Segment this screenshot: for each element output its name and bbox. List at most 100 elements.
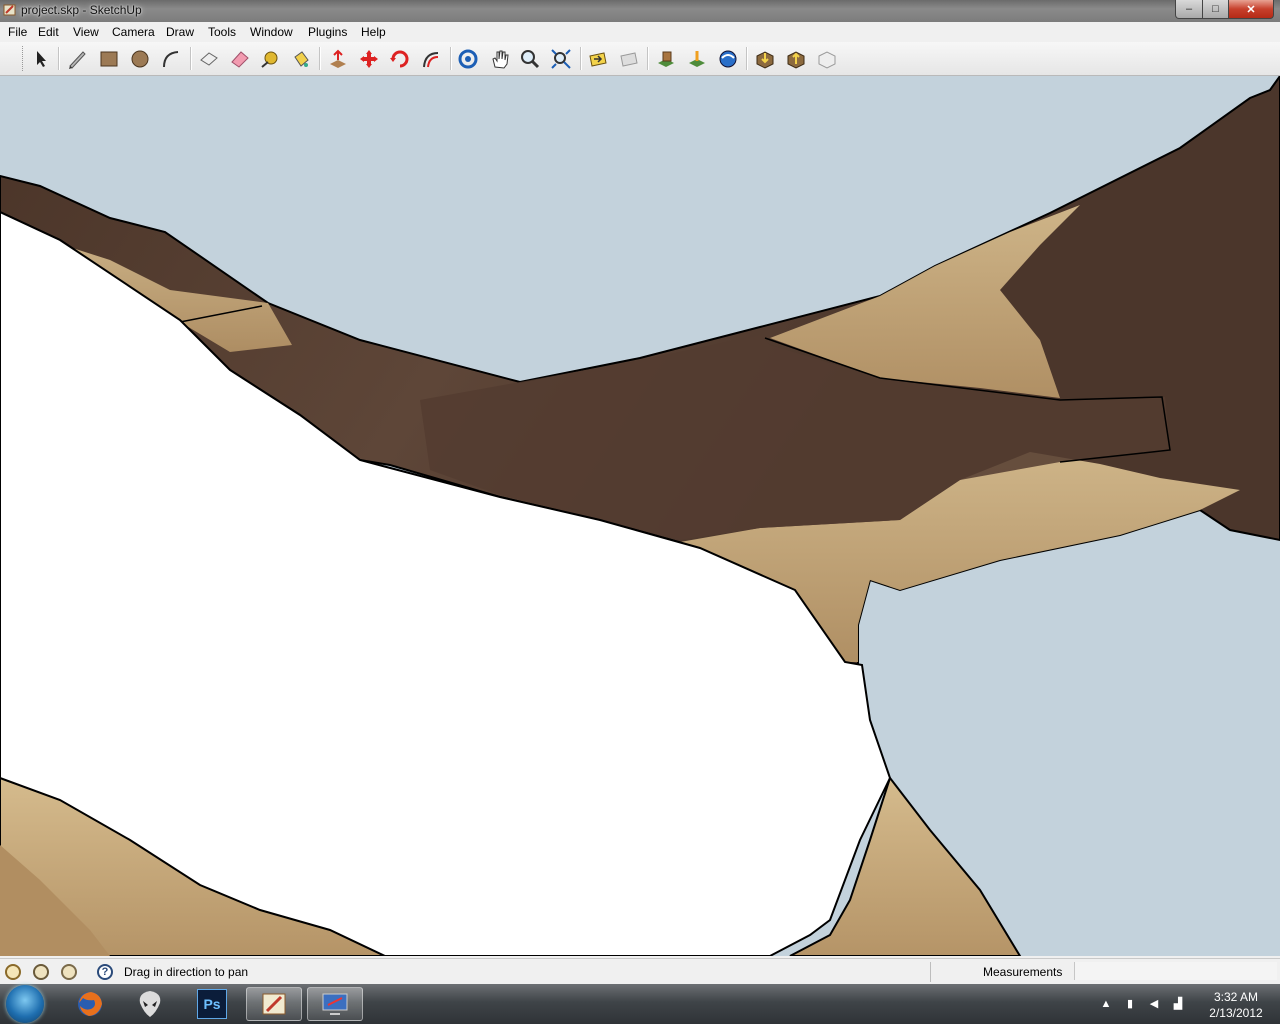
- sketchup-icon: [262, 993, 286, 1015]
- get-models-tool[interactable]: [752, 46, 778, 72]
- share-component-icon: [818, 51, 836, 69]
- move-tool[interactable]: [356, 46, 382, 72]
- volume-icon[interactable]: ◀: [1148, 998, 1160, 1010]
- eraser-tool[interactable]: [227, 46, 253, 72]
- status-message: Drag in direction to pan: [124, 965, 249, 979]
- share-model-icon: [787, 51, 805, 69]
- circle-icon: [131, 50, 149, 68]
- next-view-tool[interactable]: [616, 46, 642, 72]
- circle-tool[interactable]: [127, 46, 153, 72]
- hand-icon: [492, 50, 509, 69]
- offset-icon: [423, 52, 439, 68]
- status-separator: [930, 962, 931, 982]
- get-models-icon: [756, 51, 774, 69]
- share-component-tool[interactable]: [814, 46, 840, 72]
- zoom-extents-tool[interactable]: [548, 46, 574, 72]
- rotate-tool[interactable]: [387, 46, 413, 72]
- push-pull-tool[interactable]: [325, 46, 351, 72]
- orbit-icon: [458, 49, 478, 69]
- taskbar-sketchup[interactable]: [246, 987, 302, 1021]
- taskbar: Ps ▲ ▮ ◀ ▟ 3:32 AM 2/13/2012: [0, 984, 1280, 1024]
- menu-file[interactable]: File: [8, 25, 27, 39]
- share-model-tool[interactable]: [783, 46, 809, 72]
- taskbar-clock[interactable]: 3:32 AM 2/13/2012: [1196, 989, 1276, 1021]
- firefox-icon: [78, 992, 102, 1016]
- measurements-input[interactable]: [1074, 962, 1277, 980]
- minimize-button[interactable]: –: [1175, 0, 1203, 19]
- arc-icon: [163, 51, 179, 68]
- toolbar-separator: [647, 47, 649, 70]
- user-account-icon[interactable]: [61, 964, 77, 980]
- toolbar-separator: [450, 47, 452, 70]
- line-tool[interactable]: [64, 46, 90, 72]
- zoom-tool[interactable]: [517, 46, 543, 72]
- pan-tool[interactable]: [487, 46, 513, 72]
- clock-date: 2/13/2012: [1209, 1006, 1263, 1020]
- help-icon[interactable]: ?: [97, 964, 113, 980]
- component-icon: [200, 52, 218, 66]
- maximize-button[interactable]: □: [1202, 0, 1229, 19]
- measurements-label: Measurements: [983, 965, 1063, 979]
- taskbar-firefox[interactable]: [62, 987, 118, 1021]
- select-icon: [37, 51, 46, 67]
- toggle-terrain-tool[interactable]: [684, 46, 710, 72]
- pencil-icon: [69, 51, 86, 69]
- taskbar-alienware[interactable]: [122, 987, 178, 1021]
- toolbar-separator: [58, 47, 60, 70]
- geo-location-icon[interactable]: [5, 964, 21, 980]
- menu-help[interactable]: Help: [361, 25, 386, 39]
- taskbar-photoshop[interactable]: Ps: [184, 987, 240, 1021]
- toolbar-separator: [746, 47, 748, 70]
- preview-in-google-earth-tool[interactable]: [715, 46, 741, 72]
- rectangle-tool[interactable]: [96, 46, 122, 72]
- network-icon[interactable]: ▟: [1172, 998, 1184, 1010]
- toolbar-separator: [580, 47, 582, 70]
- start-button[interactable]: [6, 985, 44, 1023]
- sketchup-app-icon: [3, 4, 16, 16]
- paint-bucket-tool[interactable]: [288, 46, 314, 72]
- alien-icon: [139, 991, 161, 1017]
- menu-window[interactable]: Window: [250, 25, 293, 39]
- orbit-tool[interactable]: [455, 46, 481, 72]
- toolbar: [0, 42, 1280, 76]
- show-hidden-icons-icon[interactable]: ▲: [1100, 998, 1112, 1010]
- window-title: project.skp - SketchUp: [21, 3, 142, 17]
- tape-measure-tool[interactable]: [257, 46, 283, 72]
- menu-tools[interactable]: Tools: [208, 25, 236, 39]
- magnifier-icon: [521, 50, 540, 69]
- arc-tool[interactable]: [158, 46, 184, 72]
- menu-edit[interactable]: Edit: [38, 25, 59, 39]
- tape-measure-icon: [261, 51, 278, 68]
- credits-icon[interactable]: [33, 964, 49, 980]
- push-pull-icon: [330, 49, 346, 68]
- toolbar-separator: [319, 47, 321, 70]
- offset-tool[interactable]: [418, 46, 444, 72]
- menu-plugins[interactable]: Plugins: [308, 25, 347, 39]
- previous-view-icon: [589, 52, 607, 67]
- rotate-icon: [390, 50, 409, 68]
- remote-desktop-icon: [322, 993, 348, 1015]
- add-location-tool[interactable]: [653, 46, 679, 72]
- menu-draw[interactable]: Draw: [166, 25, 194, 39]
- google-earth-icon: [719, 50, 737, 68]
- select-tool[interactable]: [28, 46, 54, 72]
- menu-camera[interactable]: Camera: [112, 25, 155, 39]
- move-icon: [360, 50, 378, 68]
- rectangle-icon: [100, 51, 118, 67]
- toolbar-grip[interactable]: [22, 46, 25, 71]
- paint-bucket-icon: [294, 51, 309, 67]
- zoom-extents-icon: [551, 49, 571, 69]
- device-icon[interactable]: ▮: [1124, 998, 1136, 1010]
- model-viewport[interactable]: [0, 76, 1280, 956]
- menu-bar: File Edit View Camera Draw Tools Window …: [0, 22, 1280, 42]
- menu-view[interactable]: View: [73, 25, 99, 39]
- previous-view-tool[interactable]: [585, 46, 611, 72]
- taskbar-remote-desktop[interactable]: [307, 987, 363, 1021]
- terrain-icon: [689, 51, 705, 67]
- make-component-tool[interactable]: [196, 46, 222, 72]
- close-button[interactable]: ✕: [1228, 0, 1274, 19]
- photoshop-icon: Ps: [197, 989, 227, 1019]
- model-scene: [0, 76, 1280, 956]
- status-bar: ? Drag in direction to pan Measurements: [0, 958, 1280, 985]
- eraser-icon: [231, 51, 249, 68]
